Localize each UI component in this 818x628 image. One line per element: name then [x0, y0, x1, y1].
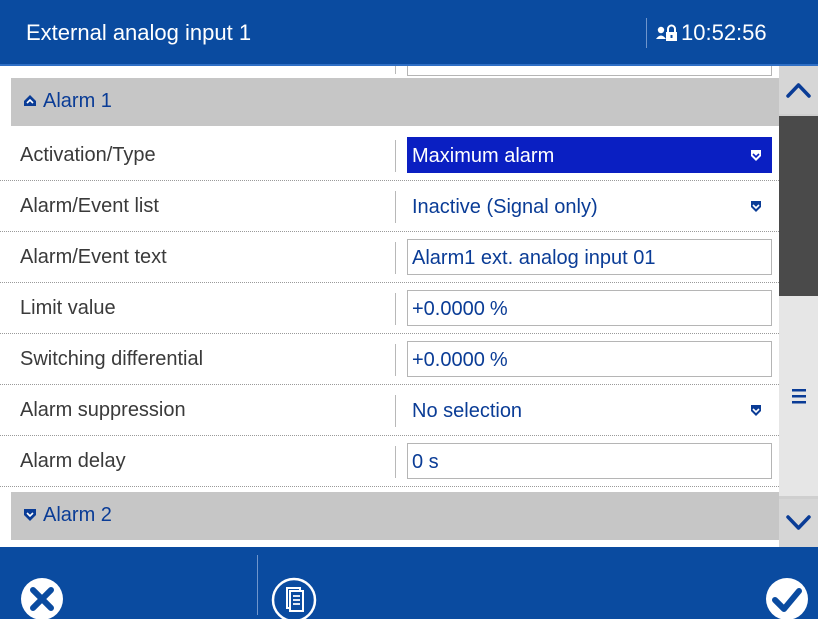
scrollbar-thumb[interactable] [779, 116, 818, 298]
page-title: External analog input 1 [26, 20, 252, 45]
row-label: Activation/Type [20, 144, 156, 166]
column-divider [395, 140, 396, 172]
alarm-event-list-dropdown[interactable]: Inactive (Signal only) [407, 188, 772, 224]
limit-value-input[interactable]: +0.0000% [407, 290, 772, 326]
scroll-down-button[interactable] [779, 499, 818, 547]
activation-type-dropdown[interactable]: Maximum alarm [407, 137, 772, 173]
column-divider [395, 191, 396, 223]
column-divider [395, 242, 396, 274]
row-label: Alarm suppression [20, 399, 186, 421]
dropdown-value: Inactive (Signal only) [412, 196, 598, 218]
row-alarm-suppression: Alarm suppression No selection [0, 385, 779, 436]
input-value: Alarm1 ext. analog input 01 [412, 247, 656, 269]
menu-icon [792, 389, 806, 404]
row-label: Limit value [20, 297, 116, 319]
section-title: Alarm 2 [43, 504, 112, 526]
row-limit-value: Limit value +0.0000% [0, 283, 779, 334]
footer-divider [257, 555, 258, 615]
checkmark-icon [766, 578, 808, 620]
dropdown-value: Maximum alarm [412, 145, 555, 167]
cancel-icon [21, 578, 63, 620]
scrollbar[interactable] [779, 66, 818, 547]
section-alarm-2[interactable]: Alarm 2 [11, 492, 779, 540]
section-title: Alarm 1 [43, 90, 112, 112]
row-alarm-event-text: Alarm/Event text Alarm1 ext. analog inpu… [0, 232, 779, 283]
chevron-down-icon [24, 509, 36, 521]
clock: 10:52:56 [681, 20, 767, 45]
document-button[interactable] [271, 577, 317, 628]
dropdown-arrow-icon [751, 405, 761, 416]
input-value: +0.0000 [412, 349, 485, 371]
row-label: Switching differential [20, 348, 204, 370]
input-value-wrapper: +0.0000% [412, 298, 508, 321]
previous-row-field-partial [407, 66, 772, 76]
unit-label: % [489, 349, 508, 371]
column-divider [395, 293, 396, 325]
previous-row-partial [0, 66, 779, 78]
unit-label: % [489, 298, 508, 320]
switching-differential-input[interactable]: +0.0000% [407, 341, 772, 377]
alarm-delay-input[interactable]: 0 s [407, 443, 772, 479]
alarm-suppression-dropdown[interactable]: No selection [407, 392, 772, 428]
header-divider [646, 18, 647, 48]
title-bar: External analog input 1 10:52:56 [0, 0, 818, 66]
column-divider [395, 395, 396, 427]
footer-toolbar [0, 547, 818, 623]
chevron-up-icon [786, 83, 811, 98]
row-label: Alarm/Event list [20, 195, 159, 217]
document-list-icon [271, 577, 317, 623]
column-divider [395, 446, 396, 478]
column-divider [395, 66, 396, 74]
chevron-up-icon [24, 95, 36, 106]
input-value: +0.0000 [412, 298, 485, 320]
column-divider [395, 344, 396, 376]
row-activation-type: Activation/Type Maximum alarm [0, 130, 779, 181]
user-lock-icon [656, 24, 677, 41]
input-value: 0 s [412, 451, 439, 473]
scroll-up-button[interactable] [779, 66, 818, 114]
settings-list[interactable]: Alarm 1 Activation/Type Maximum alarm Al… [0, 66, 779, 547]
row-label: Alarm/Event text [20, 246, 167, 268]
row-alarm-event-list: Alarm/Event list Inactive (Signal only) [0, 181, 779, 232]
dropdown-arrow-icon [751, 150, 761, 161]
previous-row-label-partial [20, 66, 80, 70]
dropdown-value: No selection [412, 400, 523, 422]
row-alarm-delay: Alarm delay 0 s [0, 436, 779, 487]
row-switching-differential: Switching differential +0.0000% [0, 334, 779, 385]
chevron-down-icon [786, 515, 811, 530]
menu-button[interactable] [779, 296, 818, 496]
alarm-event-text-input[interactable]: Alarm1 ext. analog input 01 [407, 239, 772, 275]
section-alarm-1[interactable]: Alarm 1 [11, 78, 779, 126]
dropdown-arrow-icon [751, 201, 761, 212]
row-label: Alarm delay [20, 450, 126, 472]
input-value-wrapper: +0.0000% [412, 349, 508, 372]
